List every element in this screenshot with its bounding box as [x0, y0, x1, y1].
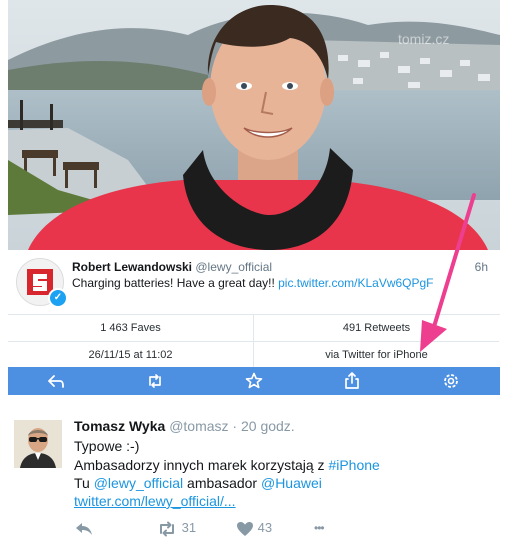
like-button[interactable]: 43 — [236, 518, 272, 538]
author-handle[interactable]: @lewy_official — [195, 260, 272, 274]
embedded-tweet-card: tomiz.cz ✓ Robert Lewandowski @lewy_offi… — [8, 0, 500, 395]
reply-arrow-icon — [76, 522, 92, 535]
reply-author-handle[interactable]: @tomasz — [169, 418, 228, 434]
retweet-button[interactable]: 31 — [156, 518, 196, 538]
reply-separator: · — [232, 418, 238, 434]
tweet-toolbar — [8, 367, 500, 395]
mention-lewy-link[interactable]: @lewy_official — [94, 475, 183, 491]
like-count: 43 — [257, 520, 273, 535]
settings-icon[interactable] — [441, 371, 461, 391]
share-icon[interactable] — [342, 371, 362, 391]
heart-icon — [237, 521, 253, 536]
reply-author-avatar[interactable] — [14, 420, 62, 468]
reply-line-2: Ambasadorzy innych marek korzystają z #i… — [74, 457, 380, 473]
tweet-url-link[interactable]: twitter.com/lewy_official/... — [74, 493, 236, 509]
reply-line-1: Typowe :-) — [74, 438, 140, 454]
person-icon — [14, 420, 62, 468]
reply-line-3-prefix: Tu — [74, 475, 94, 491]
tweet-time[interactable]: 6h — [475, 260, 488, 274]
retweet-count: 31 — [181, 520, 197, 535]
verified-badge-icon: ✓ — [48, 288, 68, 308]
tweet-stats: 1 463 Faves 491 Retweets 26/11/15 at 11:… — [8, 314, 500, 368]
tweet-date: 26/11/15 at 11:02 — [8, 341, 254, 368]
retweet-icon[interactable] — [145, 371, 165, 391]
hashtag-link[interactable]: #iPhone — [328, 457, 379, 473]
reply-tweet: Tomasz Wyka @tomasz · 20 godz. Typowe :-… — [0, 400, 509, 552]
more-button[interactable]: ••• — [314, 518, 325, 538]
reply-line-4: twitter.com/lewy_official/... — [74, 493, 236, 509]
reply-button[interactable] — [74, 518, 94, 538]
tweet-photo[interactable]: tomiz.cz — [8, 0, 500, 250]
tweet-source: via Twitter for iPhone — [254, 341, 499, 368]
star-icon[interactable] — [244, 371, 264, 391]
tweet-pic-link[interactable]: pic.twitter.com/KLaVw6QPgF — [278, 276, 433, 290]
tweet-author[interactable]: Robert Lewandowski @lewy_official — [72, 260, 272, 274]
reply-author[interactable]: Tomasz Wyka @tomasz · 20 godz. — [74, 418, 295, 434]
author-name[interactable]: Robert Lewandowski — [72, 260, 192, 274]
reply-icon[interactable] — [46, 371, 66, 391]
retweet-action-icon — [160, 521, 174, 537]
tweet-card-body: ✓ Robert Lewandowski @lewy_official 6h C… — [8, 250, 500, 314]
reply-author-name[interactable]: Tomasz Wyka — [74, 418, 165, 434]
reply-actions: 31 43 ••• — [74, 518, 374, 538]
reply-line-3-mid: ambasador — [183, 475, 261, 491]
tweet-text: Charging batteries! Have a great day!! p… — [72, 276, 434, 290]
tweet-text-body: Charging batteries! Have a great day!! — [72, 276, 275, 290]
watermark-text: tomiz.cz — [398, 31, 449, 47]
reply-time[interactable]: 20 godz. — [241, 418, 295, 434]
reply-line-3: Tu @lewy_official ambasador @Huawei — [74, 475, 322, 491]
retweets-count[interactable]: 491 Retweets — [254, 315, 499, 341]
selfie-image: tomiz.cz — [8, 0, 500, 250]
mention-huawei-link[interactable]: @Huawei — [261, 475, 322, 491]
faves-count[interactable]: 1 463 Faves — [8, 315, 254, 341]
reply-line-2-text: Ambasadorzy innych marek korzystają z — [74, 457, 329, 473]
